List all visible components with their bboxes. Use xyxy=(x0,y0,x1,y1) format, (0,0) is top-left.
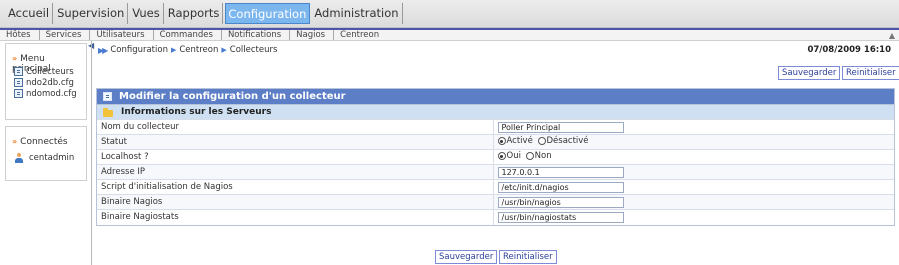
field-label: Statut xyxy=(97,134,494,150)
connected-user-name: centadmin xyxy=(29,152,75,163)
menu-item-ndo2db[interactable]: ndo2db.cfg xyxy=(6,77,86,88)
nagios-binary-input[interactable]: /usr/bin/nagios xyxy=(497,196,624,208)
section-title: Informations sur les Serveurs xyxy=(121,107,272,117)
tab-accueil[interactable]: Accueil xyxy=(6,3,54,24)
init-script-input[interactable]: /etc/init.d/nagios xyxy=(497,181,624,193)
menu-item-label: ndomod.cfg xyxy=(26,88,77,99)
breadcrumb: ▶▶ Configuration ▶ Centreon ▶ Collecteur… xyxy=(98,45,277,55)
field-cell: Poller Principal xyxy=(493,119,894,135)
sidebar-divider xyxy=(91,41,92,265)
connected-user[interactable]: centadmin xyxy=(6,152,86,163)
radio-label: Non xyxy=(534,151,552,161)
connected-title: Connectés xyxy=(20,137,68,147)
breadcrumb-configuration[interactable]: Configuration xyxy=(110,45,168,55)
reset-button-top[interactable]: Reinitialiser xyxy=(842,66,899,80)
table-row: Nom du collecteur Poller Principal xyxy=(97,119,894,135)
status-active-radio[interactable]: Activé xyxy=(497,136,533,146)
submenu-hotes[interactable]: Hôtes xyxy=(4,30,40,40)
radio-selected-icon xyxy=(497,152,506,160)
submenu-notifications[interactable]: Notifications xyxy=(222,30,291,40)
breadcrumb-collecteurs[interactable]: Collecteurs xyxy=(230,45,278,55)
user-icon xyxy=(14,152,24,163)
breadcrumb-arrow-icon: ▶ xyxy=(221,46,227,54)
form-title: Modifier la configuration d'un collecteu… xyxy=(119,91,346,102)
menu-item-ndomod[interactable]: ndomod.cfg xyxy=(6,88,86,99)
nagiostats-binary-input[interactable]: /usr/bin/nagiostats xyxy=(497,211,624,223)
field-label: Binaire Nagios xyxy=(97,194,494,210)
breadcrumb-centreon[interactable]: Centreon xyxy=(179,45,218,55)
reset-button-bottom[interactable]: Reinitialiser xyxy=(499,250,557,264)
submenu-centreon[interactable]: Centreon xyxy=(334,30,387,40)
tab-supervision[interactable]: Supervision xyxy=(55,3,129,24)
tab-vues[interactable]: Vues xyxy=(130,3,164,24)
submenu-utilisateurs[interactable]: Utilisateurs xyxy=(90,30,154,40)
table-row: Localhost ? Oui Non xyxy=(97,149,894,165)
connected-title-row: » Connectés xyxy=(6,127,86,149)
field-cell: /usr/bin/nagiostats xyxy=(493,209,894,225)
connected-panel: » Connectés centadmin xyxy=(5,126,87,181)
save-button-bottom[interactable]: Sauvegarder xyxy=(435,250,498,264)
radio-label: Désactivé xyxy=(546,136,589,146)
radio-label: Oui xyxy=(506,151,521,161)
field-cell: 127.0.0.1 xyxy=(493,164,894,180)
menu-item-label: Collecteurs xyxy=(26,66,74,77)
status-inactive-radio[interactable]: Désactivé xyxy=(537,136,589,146)
main-menu-panel: » Menu principal Collecteurs ndo2db.cfg n… xyxy=(5,43,87,120)
document-icon xyxy=(14,67,23,76)
document-icon xyxy=(103,92,112,101)
table-row: Script d'initialisation de Nagios /etc/i… xyxy=(97,179,894,195)
radio-selected-icon xyxy=(497,137,506,145)
field-cell: Oui Non xyxy=(493,149,894,165)
save-button-top[interactable]: Sauvegarder xyxy=(778,66,841,80)
section-header: Informations sur les Serveurs xyxy=(97,104,894,119)
double-arrow-icon: » xyxy=(12,137,18,146)
document-icon xyxy=(14,78,23,87)
field-label: Script d'initialisation de Nagios xyxy=(97,179,494,195)
submenu-nagios[interactable]: Nagios xyxy=(290,30,335,40)
main-menu-title-row: » Menu principal xyxy=(6,44,86,74)
table-row: Statut Activé Désactivé xyxy=(97,134,894,150)
table-row: Binaire Nagiostats /usr/bin/nagiostats xyxy=(97,209,894,225)
double-chevron-icon: ▶▶ xyxy=(98,45,108,55)
collector-name-input[interactable]: Poller Principal xyxy=(497,121,624,133)
tab-administration[interactable]: Administration xyxy=(312,3,403,24)
field-cell: /etc/init.d/nagios xyxy=(493,179,894,195)
field-label: Nom du collecteur xyxy=(97,119,494,135)
tab-configuration[interactable]: Configuration xyxy=(225,3,311,24)
document-icon xyxy=(14,89,23,98)
collector-form: Modifier la configuration d'un collecteu… xyxy=(96,88,895,226)
table-row: Binaire Nagios /usr/bin/nagios xyxy=(97,194,894,210)
field-label: Binaire Nagiostats xyxy=(97,209,494,225)
field-cell: Activé Désactivé xyxy=(493,134,894,150)
double-arrow-icon: » xyxy=(12,54,18,63)
form-table: Nom du collecteur Poller Principal Statu… xyxy=(97,119,894,225)
radio-empty-icon xyxy=(525,152,534,160)
radio-label: Activé xyxy=(506,136,533,146)
form-header: Modifier la configuration d'un collecteu… xyxy=(97,89,894,104)
breadcrumb-arrow-icon: ▶ xyxy=(170,46,177,54)
localhost-yes-radio[interactable]: Oui xyxy=(497,151,521,161)
date-time: 07/08/2009 16:10 xyxy=(807,45,891,55)
submenu-services[interactable]: Services xyxy=(40,30,91,40)
scroll-up-icon[interactable]: ▲ xyxy=(889,31,895,40)
submenu-commandes[interactable]: Commandes xyxy=(154,30,222,40)
folder-icon xyxy=(103,107,113,117)
menu-item-label: ndo2db.cfg xyxy=(26,77,74,88)
sub-menu: Hôtes Services Utilisateurs Commandes No… xyxy=(0,30,899,41)
table-row: Adresse IP 127.0.0.1 xyxy=(97,164,894,180)
tab-rapports[interactable]: Rapports xyxy=(166,3,224,24)
ip-address-input[interactable]: 127.0.0.1 xyxy=(497,166,624,178)
field-label: Localhost ? xyxy=(97,149,494,165)
field-label: Adresse IP xyxy=(97,164,494,180)
menu-item-collecteurs[interactable]: Collecteurs xyxy=(6,66,86,77)
main-menu: Accueil Supervision Vues Rapports Config… xyxy=(0,0,899,28)
localhost-no-radio[interactable]: Non xyxy=(525,151,552,161)
radio-empty-icon xyxy=(537,137,546,145)
field-cell: /usr/bin/nagios xyxy=(493,194,894,210)
